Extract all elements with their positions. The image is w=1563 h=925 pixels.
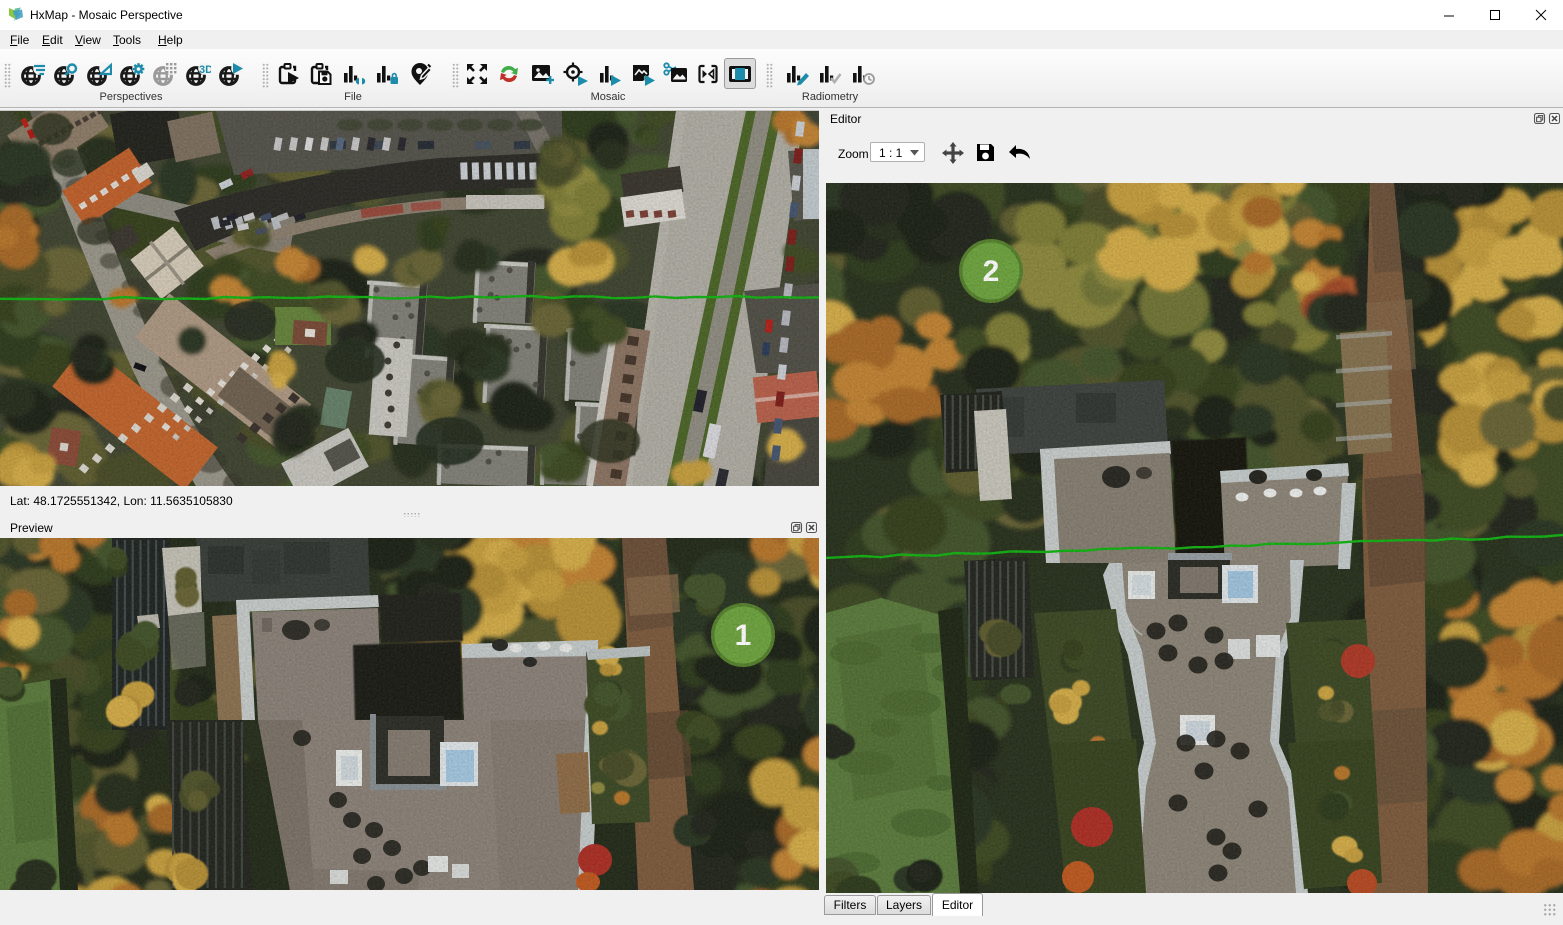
svg-text:3D: 3D bbox=[199, 64, 211, 76]
